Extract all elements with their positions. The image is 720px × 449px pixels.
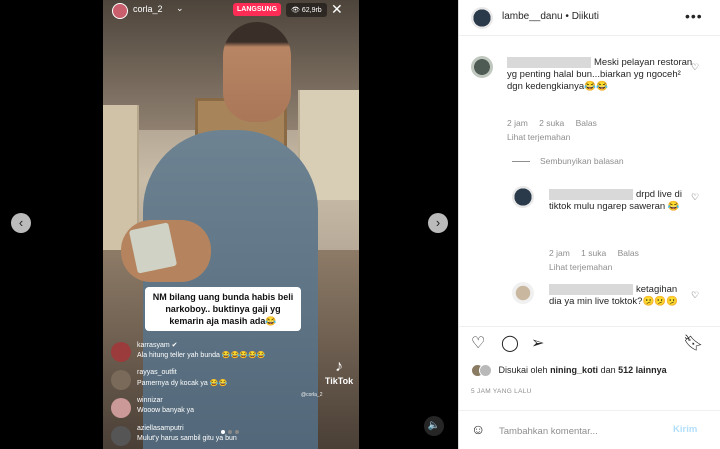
live-comment-user: aziellasamputri [137, 425, 184, 432]
comment-likes[interactable]: 1 suka [581, 248, 606, 258]
live-comment: winnizar Wooow banyak ya [111, 396, 351, 419]
live-comment-user: winnizar [137, 397, 163, 404]
tiktok-note-icon: ♪ [335, 358, 343, 375]
heart-icon[interactable]: ♡ [471, 333, 485, 353]
author-line: lambe__danu • Diikuti [502, 11, 599, 22]
author-username[interactable]: lambe__danu [502, 11, 563, 22]
reply-button[interactable]: Balas [576, 118, 597, 128]
live-comment: rayyas_outfit Pamernya dy kocak ya 😂😂 [111, 368, 351, 391]
comment-likes[interactable]: 2 suka [539, 118, 564, 128]
bookmark-icon[interactable]: 🔖︎ [683, 333, 703, 353]
live-comment-text: Wooow banyak ya [137, 407, 195, 414]
see-translation[interactable]: Lihat terjemahan [507, 132, 570, 142]
post-sidebar: lambe__danu • Diikuti ••• Meski pelayan … [458, 0, 720, 449]
liked-middle: dan [600, 364, 616, 375]
more-options-icon[interactable]: ••• [685, 8, 703, 24]
carousel-dot [221, 430, 225, 434]
emoji-icon[interactable]: ☺ [471, 421, 485, 437]
media-area: corla_2 ⌄ LANGSUNG 👁 62,9rb ✕ NM bilang … [0, 0, 458, 449]
carousel-dot [228, 430, 232, 434]
avatar [111, 426, 131, 446]
tiktok-logo: ♪ TikTok [321, 358, 357, 386]
viewer-count-value: 62,9rb [301, 7, 322, 14]
live-video-frame[interactable]: corla_2 ⌄ LANGSUNG 👁 62,9rb ✕ NM bilang … [103, 0, 359, 449]
see-translation[interactable]: Lihat terjemahan [549, 262, 612, 272]
post-timestamp[interactable]: 5 JAM YANG LALU [471, 388, 532, 395]
post-comment-button[interactable]: Kirim [673, 424, 697, 435]
liked-by: Disukai oleh nining_koti dan 512 lainnya [471, 364, 667, 377]
tiktok-label: TikTok [324, 376, 354, 386]
live-username[interactable]: corla_2 [133, 4, 163, 14]
liked-prefix: Disukai oleh [498, 364, 548, 375]
carousel-dots [221, 430, 239, 434]
separator-dot: • [565, 11, 569, 22]
reply-button[interactable]: Balas [618, 248, 639, 258]
live-badge: LANGSUNG [233, 3, 282, 16]
avatar [111, 342, 131, 362]
live-comment: karrasyam ✔ Ala hitung teller yah bunda … [111, 340, 351, 363]
heart-icon[interactable]: ♡ [691, 62, 699, 73]
previous-arrow-icon[interactable]: ‹ [11, 213, 31, 233]
comment-input[interactable] [499, 421, 659, 441]
live-comment-text: Mulut'y harus sambil gitu ya bun [137, 435, 237, 442]
author-avatar[interactable] [471, 7, 493, 29]
commenter-name-redacted[interactable] [549, 189, 633, 200]
avatar [111, 370, 131, 390]
comment-time: 2 jam [549, 248, 570, 258]
carousel-dot [235, 430, 239, 434]
post-actions: ♡ ◯ ➢ 🔖︎ [459, 326, 720, 356]
tiktok-handle: @corla_2 [301, 392, 323, 398]
heart-icon[interactable]: ♡ [691, 290, 699, 301]
live-comment-text: Pamernya dy kocak ya 😂😂 [137, 380, 228, 387]
post-header: lambe__danu • Diikuti ••• [459, 0, 720, 36]
commenter-avatar[interactable] [512, 282, 534, 304]
divider-line [512, 161, 530, 163]
commenter-name-redacted[interactable] [549, 284, 633, 295]
video-caption: NM bilang uang bunda habis beli narkoboy… [145, 287, 301, 331]
hide-replies[interactable]: Sembunyikan balasan [512, 156, 624, 166]
hide-replies-label: Sembunyikan balasan [540, 156, 624, 166]
follow-status[interactable]: Diikuti [572, 11, 599, 22]
liked-user[interactable]: nining_koti [550, 365, 598, 375]
add-comment-bar: ☺ Kirim [459, 410, 720, 449]
comment-meta: 2 jam 1 suka Balas [549, 248, 648, 258]
liked-count[interactable]: 512 lainnya [618, 365, 667, 375]
next-arrow-icon[interactable]: › [428, 213, 448, 233]
share-icon[interactable]: ➢ [531, 333, 544, 353]
viewer-count: 👁 62,9rb [286, 3, 327, 17]
instagram-post-modal: corla_2 ⌄ LANGSUNG 👁 62,9rb ✕ NM bilang … [0, 0, 720, 449]
comment-meta: 2 jam 2 suka Balas [507, 118, 606, 128]
comment-text: Meski pelayan restoran yg penting halal … [507, 57, 697, 93]
comment-text: drpd live di tiktok mulu ngarep saweran … [549, 189, 691, 213]
commenter-name-redacted[interactable] [507, 57, 591, 68]
comment-time: 2 jam [507, 118, 528, 128]
person-head [223, 22, 291, 122]
close-icon[interactable]: ✕ [331, 1, 343, 18]
chevron-down-icon[interactable]: ⌄ [176, 3, 184, 14]
avatar [479, 364, 492, 377]
commenter-avatar[interactable] [471, 56, 493, 78]
heart-icon[interactable]: ♡ [691, 192, 699, 203]
live-comment-text: Ala hitung teller yah bunda 😂😂😂😂😂 [137, 352, 266, 359]
comment-text: ketagihan dia ya min live toktok?🫤🫤🫤 [549, 284, 691, 314]
volume-icon[interactable]: 🔈 [424, 416, 444, 436]
live-comment: aziellasamputri Mulut'y harus sambil git… [111, 424, 351, 447]
comment-icon[interactable]: ◯ [501, 333, 519, 353]
live-avatar[interactable] [112, 3, 128, 19]
live-header: corla_2 ⌄ LANGSUNG 👁 62,9rb ✕ [103, 0, 359, 22]
live-comment-user: karrasyam ✔ [137, 342, 178, 349]
commenter-avatar[interactable] [512, 186, 534, 208]
avatar [111, 398, 131, 418]
live-comment-user: rayyas_outfit [137, 369, 177, 376]
